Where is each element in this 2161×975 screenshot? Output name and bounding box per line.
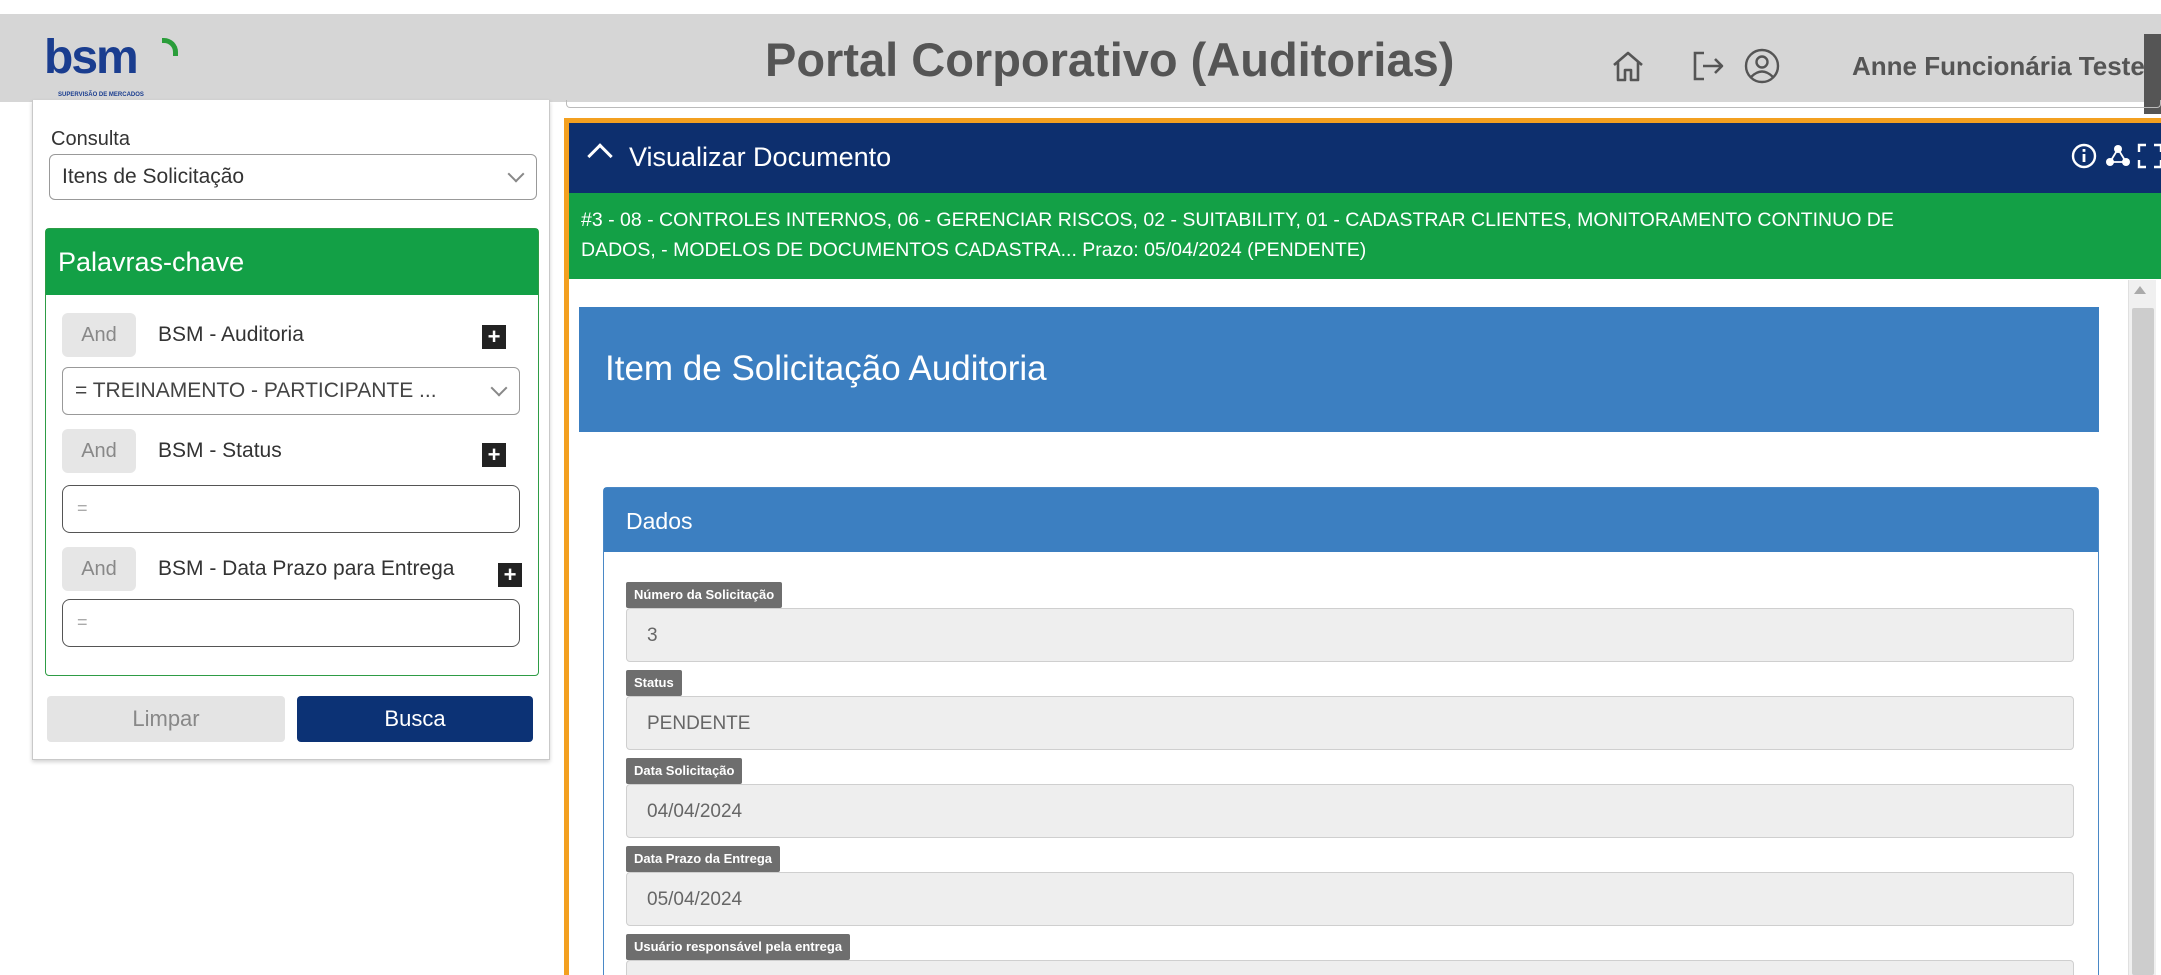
summary-line-1: #3 - 08 - CONTROLES INTERNOS, 06 - GEREN… (581, 209, 1894, 231)
viewer-titlebar: Visualizar Documento (569, 123, 2161, 193)
logo-text: bsm (44, 31, 139, 84)
search-button[interactable]: Busca (297, 696, 533, 742)
previous-panel-edge (566, 100, 2161, 108)
keywords-title: Palavras-chave (46, 229, 538, 295)
filter-auditoria-value: = TREINAMENTO - PARTICIPANTE ... (75, 379, 437, 402)
field-value-numero-solicitacao[interactable]: 3 (626, 608, 2074, 662)
field-value-usuario-responsavel[interactable] (626, 960, 2074, 975)
summary-line-2: DADOS, - MODELOS DE DOCUMENTOS CADASTRA.… (581, 239, 1367, 261)
document-content: Item de Solicitação Auditoria Dados Núme… (569, 279, 2124, 975)
filter-status-input[interactable]: = (62, 485, 520, 533)
bsm-logo[interactable]: bsm SUPERVISÃO DE MERCADOS (44, 31, 178, 104)
field-label-data-solicitacao: Data Solicitação (626, 758, 743, 784)
field-label-usuario-responsavel: Usuário responsável pela entrega (626, 934, 851, 960)
document-title: Item de Solicitação Auditoria (579, 307, 2099, 432)
home-icon[interactable] (1608, 46, 1648, 86)
chevron-down-icon (490, 379, 508, 397)
clear-button[interactable]: Limpar (47, 696, 285, 742)
field-value-data-prazo-entrega[interactable]: 05/04/2024 (626, 872, 2074, 926)
dados-section: Dados Número da Solicitação 3 Status PEN… (603, 487, 2099, 975)
user-name[interactable]: Anne Funcionária Teste (1852, 46, 2145, 86)
logo-subtext: SUPERVISÃO DE MERCADOS (58, 92, 144, 98)
document-summary-bar: #3 - 08 - CONTROLES INTERNOS, 06 - GEREN… (569, 193, 2161, 279)
scroll-up-arrow-icon[interactable] (2134, 286, 2146, 294)
chevron-up-icon[interactable] (587, 143, 613, 169)
dados-section-title: Dados (604, 488, 2098, 552)
logo-swoosh (162, 38, 178, 56)
page-title: Portal Corporativo (Auditorias) (765, 33, 1455, 86)
top-header: bsm SUPERVISÃO DE MERCADOS Portal Corpor… (0, 14, 2161, 114)
consulta-select-value: Itens de Solicitação (62, 165, 245, 188)
user-icon[interactable] (1742, 46, 1782, 86)
chevron-down-icon (507, 165, 525, 183)
field-value-data-solicitacao[interactable]: 04/04/2024 (626, 784, 2074, 838)
filter-operator-data-prazo[interactable]: And (62, 547, 136, 591)
viewer-title: Visualizar Documento (629, 142, 892, 172)
filter-operator-auditoria[interactable]: And (62, 313, 136, 357)
field-label-data-prazo-entrega: Data Prazo da Entrega (626, 846, 780, 872)
scrollbar-thumb[interactable] (2132, 308, 2154, 975)
keywords-panel: Palavras-chave And BSM - Auditoria + = T… (45, 228, 539, 676)
filter-label-auditoria: BSM - Auditoria (158, 323, 304, 346)
filter-operator-status[interactable]: And (62, 429, 136, 473)
share-icon[interactable] (2103, 141, 2133, 171)
expand-icon[interactable] (2135, 141, 2161, 171)
filter-data-prazo-input[interactable]: = (62, 599, 520, 647)
add-filter-status-button[interactable]: + (482, 443, 506, 467)
logout-icon[interactable] (1688, 46, 1728, 86)
filter-label-data-prazo: BSM - Data Prazo para Entrega (158, 557, 455, 580)
add-filter-data-prazo-button[interactable]: + (498, 563, 522, 587)
field-value-status[interactable]: PENDENTE (626, 696, 2074, 750)
field-label-numero-solicitacao: Número da Solicitação (626, 582, 783, 608)
field-label-status: Status (626, 670, 682, 696)
add-filter-auditoria-button[interactable]: + (482, 325, 506, 349)
document-viewer: Visualizar Documento #3 - 08 - CONTROLES… (564, 118, 2161, 975)
filter-auditoria-select[interactable]: = TREINAMENTO - PARTICIPANTE ... (62, 367, 520, 415)
consulta-label: Consulta (51, 128, 130, 150)
filter-label-status: BSM - Status (158, 439, 282, 462)
info-icon[interactable] (2069, 141, 2099, 171)
search-sidebar: Consulta Itens de Solicitação Palavras-c… (32, 100, 550, 760)
consulta-select[interactable]: Itens de Solicitação (49, 154, 537, 200)
